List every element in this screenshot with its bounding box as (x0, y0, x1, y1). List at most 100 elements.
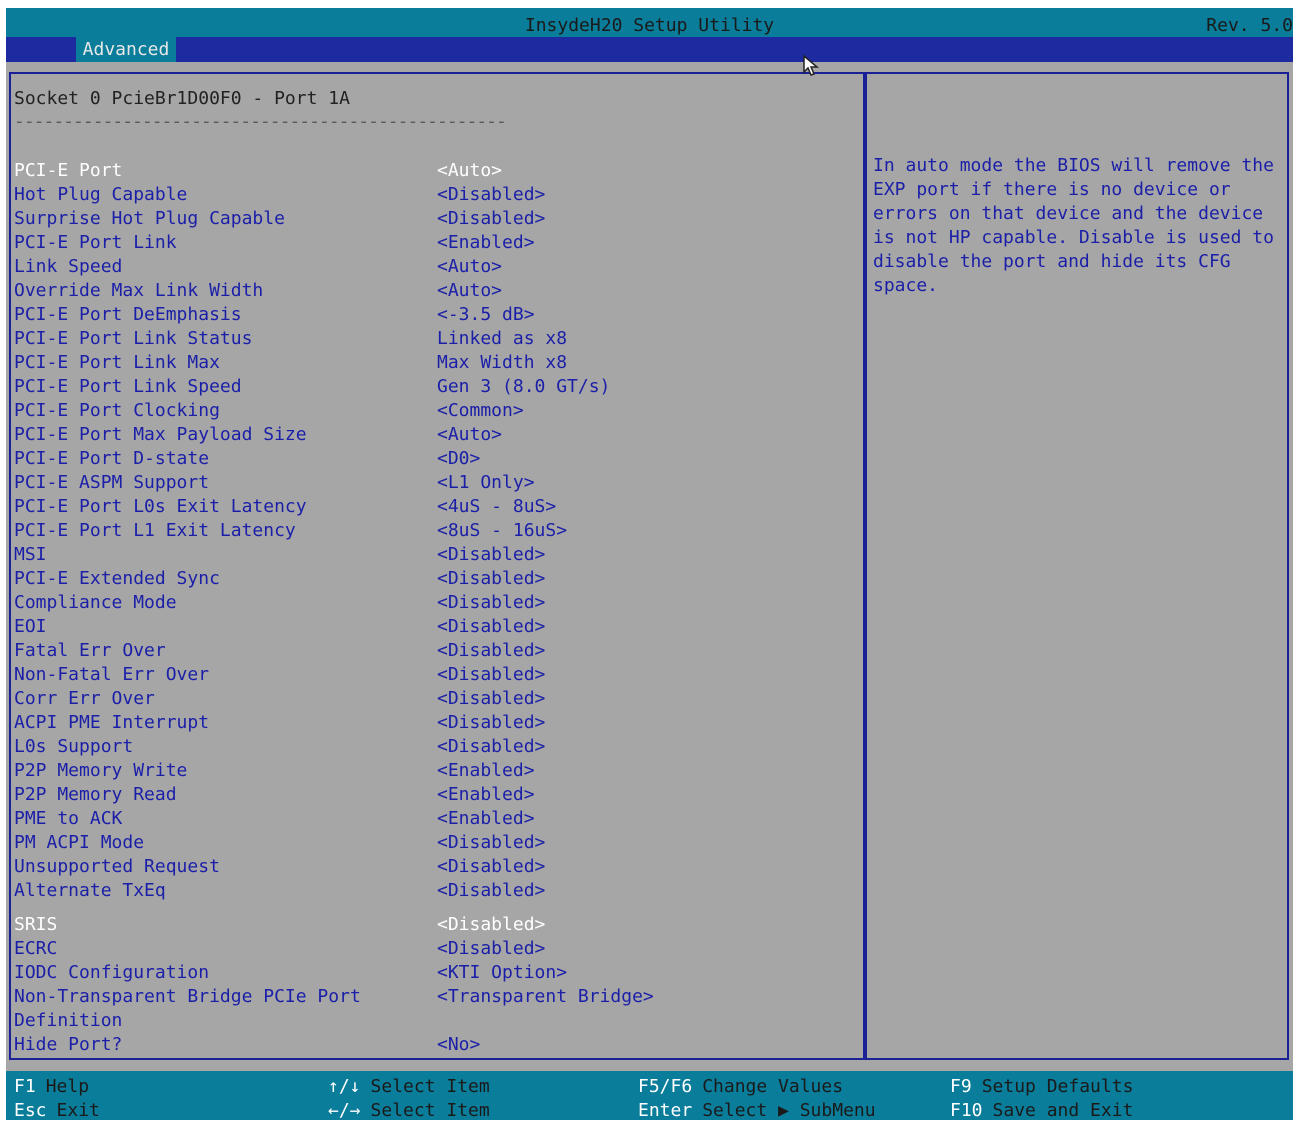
setting-value[interactable]: <Disabled> (437, 568, 545, 589)
setting-label[interactable]: PCI-E Port Link Status (14, 328, 252, 349)
setting-value[interactable]: <No> (437, 1034, 480, 1055)
setting-value[interactable]: <Disabled> (437, 640, 545, 661)
setting-label[interactable]: PME to ACK (14, 808, 122, 829)
page-title: Socket 0 PcieBr1D00F0 - Port 1A (14, 88, 350, 109)
bios-screen: InsydeH20 Setup Utility Rev. 5.0 Advance… (6, 8, 1293, 1121)
setting-value[interactable]: <Disabled> (437, 832, 545, 853)
setting-label[interactable]: Surprise Hot Plug Capable (14, 208, 285, 229)
footer-key-item: Enter Select ▶ SubMenu (638, 1100, 876, 1121)
footer-key-desc: Select ▶ SubMenu (702, 1100, 876, 1121)
footer-key-item: F5/F6 Change Values (638, 1076, 843, 1097)
setting-value[interactable]: <Disabled> (437, 736, 545, 757)
setting-label[interactable]: Non-Fatal Err Over (14, 664, 209, 685)
setting-value[interactable]: <Disabled> (437, 616, 545, 637)
setting-label[interactable]: MSI (14, 544, 47, 565)
setting-value[interactable]: <Auto> (437, 160, 502, 181)
setting-value[interactable]: <4uS - 8uS> (437, 496, 556, 517)
key-help-bar: F1 Help Esc Exit ↑/↓ Select Item ←/→ Select Ite… (6, 1071, 1293, 1121)
footer-key: F9 (950, 1076, 972, 1097)
setting-value[interactable]: <Enabled> (437, 808, 535, 829)
footer-key-item: ↑/↓ Select Item (328, 1076, 490, 1097)
setting-label[interactable]: PCI-E Port Link (14, 232, 177, 253)
setting-label[interactable]: SRIS (14, 914, 57, 935)
mouse-pointer-icon (803, 54, 820, 76)
setting-value[interactable]: <Disabled> (437, 184, 545, 205)
setting-label[interactable]: Fatal Err Over (14, 640, 166, 661)
setting-label[interactable]: PCI-E Port (14, 160, 122, 181)
setting-label[interactable]: Unsupported Request (14, 856, 220, 877)
footer-key-item: F10 Save and Exit (950, 1100, 1133, 1121)
setting-value[interactable]: <Common> (437, 400, 524, 421)
setting-value[interactable]: <Disabled> (437, 208, 545, 229)
footer-key-desc: Help (45, 1076, 90, 1097)
setting-value[interactable]: <-3.5 dB> (437, 304, 535, 325)
setting-value[interactable]: <L1 Only> (437, 472, 535, 493)
setting-label[interactable]: PCI-E Port Max Payload Size (14, 424, 307, 445)
help-text: In auto mode the BIOS will remove the EX… (873, 155, 1274, 296)
setting-value[interactable]: Linked as x8 (437, 328, 567, 349)
footer-key-item: F9 Setup Defaults (950, 1076, 1133, 1097)
setting-value[interactable]: <Enabled> (437, 784, 535, 805)
footer-key-item: F1 Help (14, 1076, 89, 1097)
setting-value[interactable]: Max Width x8 (437, 352, 567, 373)
footer-key-desc: Save and Exit (992, 1100, 1134, 1121)
setting-label[interactable]: PCI-E ASPM Support (14, 472, 209, 493)
setting-label[interactable]: PCI-E Port D-state (14, 448, 209, 469)
footer-key-desc: Setup Defaults (981, 1076, 1134, 1097)
setting-value[interactable]: <Disabled> (437, 592, 545, 613)
setting-value[interactable]: <Disabled> (437, 856, 545, 877)
setting-value[interactable]: <Enabled> (437, 760, 535, 781)
setting-label[interactable]: Alternate TxEq (14, 880, 166, 901)
setting-value[interactable]: <Disabled> (437, 664, 545, 685)
setting-value[interactable]: <Disabled> (437, 544, 545, 565)
setting-value[interactable]: <Disabled> (437, 688, 545, 709)
setting-value[interactable]: <Transparent Bridge> (437, 986, 654, 1007)
setting-label[interactable]: ACPI PME Interrupt (14, 712, 209, 733)
setting-label[interactable]: Hide Port? (14, 1034, 122, 1055)
setting-value[interactable]: <D0> (437, 448, 480, 469)
footer-key-item: ←/→ Select Item (328, 1100, 490, 1121)
setting-label[interactable]: L0s Support (14, 736, 133, 757)
app-title: InsydeH20 Setup Utility (524, 15, 775, 36)
setting-label[interactable]: PCI-E Port DeEmphasis (14, 304, 242, 325)
setting-label[interactable]: PCI-E Port Link Max (14, 352, 220, 373)
setting-label[interactable]: Definition (14, 1010, 122, 1031)
setting-value[interactable]: <Auto> (437, 256, 502, 277)
tab-advanced[interactable]: Advanced (76, 37, 176, 62)
title-bar: InsydeH20 Setup Utility Rev. 5.0 (6, 8, 1293, 37)
setting-value[interactable]: <KTI Option> (437, 962, 567, 983)
footer-key-desc: Exit (56, 1100, 100, 1121)
setting-value[interactable]: <8uS - 16uS> (437, 520, 567, 541)
setting-label[interactable]: Link Speed (14, 256, 122, 277)
setting-label[interactable]: P2P Memory Write (14, 760, 187, 781)
setting-label[interactable]: EOI (14, 616, 47, 637)
footer-key-desc: Select Item (370, 1100, 490, 1121)
setting-label[interactable]: PCI-E Port Link Speed (14, 376, 242, 397)
footer-key: Esc (14, 1100, 47, 1121)
setting-label[interactable]: Hot Plug Capable (14, 184, 187, 205)
setting-value[interactable]: <Enabled> (437, 232, 535, 253)
footer-key-item: Esc Exit (14, 1100, 100, 1121)
setting-label[interactable]: IODC Configuration (14, 962, 209, 983)
setting-value[interactable]: <Auto> (437, 280, 502, 301)
setting-label[interactable]: PM ACPI Mode (14, 832, 144, 853)
setting-value[interactable]: <Disabled> (437, 712, 545, 733)
setting-label[interactable]: PCI-E Port Clocking (14, 400, 220, 421)
setting-value[interactable]: <Disabled> (437, 880, 545, 901)
setting-label[interactable]: Override Max Link Width (14, 280, 263, 301)
setting-value[interactable]: <Disabled> (437, 938, 545, 959)
setting-label[interactable]: PCI-E Port L0s Exit Latency (14, 496, 307, 517)
setting-label[interactable]: PCI-E Extended Sync (14, 568, 220, 589)
footer-key: ←/→ (328, 1100, 361, 1121)
footer-key-desc: Change Values (702, 1076, 844, 1097)
setting-label[interactable]: Corr Err Over (14, 688, 155, 709)
setting-value[interactable]: <Auto> (437, 424, 502, 445)
setting-label[interactable]: Compliance Mode (14, 592, 177, 613)
setting-label[interactable]: P2P Memory Read (14, 784, 177, 805)
setting-label[interactable]: ECRC (14, 938, 57, 959)
setting-label[interactable]: PCI-E Port L1 Exit Latency (14, 520, 296, 541)
setting-label[interactable]: Non-Transparent Bridge PCIe Port (14, 986, 361, 1007)
setting-value[interactable]: Gen 3 (8.0 GT/s) (437, 376, 610, 397)
setting-value[interactable]: <Disabled> (437, 914, 545, 935)
footer-key: F1 (14, 1076, 36, 1097)
